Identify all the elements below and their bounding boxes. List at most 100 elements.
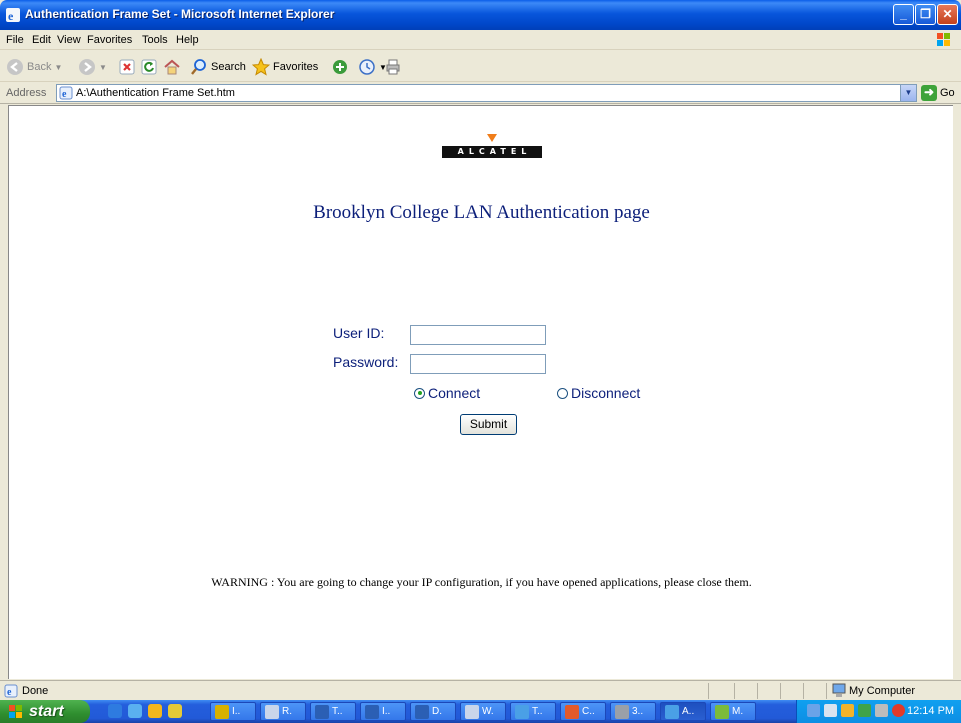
menu-tools[interactable]: Tools (142, 34, 168, 46)
menu-file[interactable]: File (6, 34, 24, 46)
taskbar-task-6[interactable]: W. (460, 702, 506, 721)
maximize-button[interactable]: ❐ (915, 4, 936, 25)
address-label: Address (6, 87, 47, 99)
taskbar-task-4[interactable]: I.. (360, 702, 406, 721)
page-status-icon: e (4, 684, 18, 698)
status-divider (826, 683, 827, 699)
quicklaunch-media-icon[interactable] (148, 704, 162, 718)
go-button[interactable]: ➜ Go (921, 85, 955, 101)
print-button[interactable] (384, 56, 402, 78)
taskbar-task-8[interactable]: C.. (560, 702, 606, 721)
task-icon (215, 704, 229, 719)
task-icon (315, 704, 329, 719)
tray-security-icon[interactable] (892, 704, 905, 717)
address-input[interactable]: e A:\Authentication Frame Set.htm ▼ (56, 84, 917, 102)
task-icon (565, 704, 579, 719)
taskbar-task-3[interactable]: T.. (310, 702, 356, 721)
tray-volume-icon[interactable] (824, 704, 837, 717)
forward-arrow-icon (79, 59, 95, 75)
password-input[interactable] (410, 354, 546, 374)
address-dropdown-icon[interactable]: ▼ (900, 85, 916, 101)
menu-help[interactable]: Help (176, 34, 199, 46)
start-label: start (29, 702, 64, 720)
stop-button[interactable] (118, 56, 136, 78)
taskbar-task-1[interactable]: I.. (210, 702, 256, 721)
menu-view[interactable]: View (57, 34, 81, 46)
search-label: Search (211, 61, 246, 73)
task-label: T.. (332, 706, 343, 717)
tray-app-icon[interactable] (841, 704, 854, 717)
task-label: I.. (382, 706, 391, 717)
window-title: Authentication Frame Set - Microsoft Int… (25, 7, 335, 21)
refresh-button[interactable] (140, 56, 158, 78)
status-text: Done (22, 685, 49, 697)
taskbar-task-11[interactable]: M. (710, 702, 756, 721)
task-icon (515, 704, 529, 719)
taskbar-task-7[interactable]: T.. (510, 702, 556, 721)
tray-network-icon[interactable] (807, 704, 820, 717)
minimize-button[interactable]: _ (893, 4, 914, 25)
address-bar: Address e A:\Authentication Frame Set.ht… (0, 82, 961, 104)
home-button[interactable] (163, 56, 181, 78)
quicklaunch-app-icon[interactable] (168, 704, 182, 718)
tray-signal-icon[interactable] (858, 704, 871, 717)
logo-text: ALCATEL (442, 146, 542, 158)
disconnect-radio-button[interactable] (557, 387, 568, 399)
task-label: M. (732, 706, 744, 717)
back-label: Back (27, 61, 52, 73)
stop-icon (119, 59, 135, 75)
menu-edit[interactable]: Edit (32, 34, 51, 46)
task-label: W. (482, 706, 494, 717)
home-icon (164, 59, 180, 75)
connect-radio[interactable]: Connect (414, 385, 480, 401)
task-label: A.. (682, 706, 695, 717)
page-content: ALCATEL Brooklyn College LAN Authenticat… (8, 105, 953, 679)
taskbar-task-2[interactable]: R. (260, 702, 306, 721)
status-bar: e Done My Computer (0, 680, 961, 700)
close-button[interactable]: ✕ (937, 4, 958, 25)
svg-text:e: e (62, 89, 67, 100)
clock[interactable]: 12:14 PM (907, 705, 954, 717)
disconnect-label: Disconnect (571, 385, 641, 401)
connect-radio-button[interactable] (414, 387, 425, 399)
status-divider (780, 683, 781, 699)
taskbar-task-5[interactable]: D. (410, 702, 456, 721)
menu-favorites[interactable]: Favorites (87, 34, 132, 46)
connect-label: Connect (428, 385, 481, 401)
quicklaunch-ie-icon[interactable] (108, 704, 122, 718)
ie-icon: e (6, 8, 20, 23)
userid-input[interactable] (410, 325, 546, 345)
menu-bar: File Edit View Favorites Tools Help (0, 30, 961, 50)
svg-text:e: e (8, 9, 14, 23)
taskbar-task-9[interactable]: 3.. (610, 702, 656, 721)
submit-button[interactable]: Submit (460, 414, 517, 435)
tray-sync-icon[interactable] (875, 704, 888, 717)
search-button[interactable]: Search (190, 56, 246, 78)
task-icon (665, 704, 679, 719)
favorites-star-icon (252, 58, 270, 76)
windows-logo-icon (9, 704, 22, 718)
back-dropdown-icon[interactable]: ▼ (54, 63, 62, 72)
password-label: Password: (333, 354, 399, 370)
start-button[interactable]: start (0, 700, 90, 723)
history-icon (359, 59, 375, 75)
media-button[interactable] (331, 56, 349, 78)
title-bar[interactable]: e Authentication Frame Set - Microsoft I… (0, 0, 961, 30)
task-label: 3.. (632, 706, 644, 717)
quicklaunch-browser-icon[interactable] (128, 704, 142, 718)
refresh-icon (141, 59, 157, 75)
my-computer-icon (832, 683, 846, 697)
logo-triangle-icon (487, 134, 497, 142)
forward-button[interactable]: ▼ (78, 56, 107, 78)
security-zone: My Computer (849, 685, 916, 697)
taskbar-task-10[interactable]: A.. (660, 702, 706, 721)
svg-text:e: e (7, 687, 12, 698)
history-button[interactable]: ▼ (358, 56, 387, 78)
favorites-button[interactable]: Favorites (252, 56, 318, 78)
back-button[interactable]: Back ▼ (6, 56, 62, 78)
forward-dropdown-icon[interactable]: ▼ (99, 63, 107, 72)
task-icon (465, 704, 479, 719)
status-divider (734, 683, 735, 699)
back-arrow-icon (7, 59, 23, 75)
disconnect-radio[interactable]: Disconnect (557, 385, 640, 401)
